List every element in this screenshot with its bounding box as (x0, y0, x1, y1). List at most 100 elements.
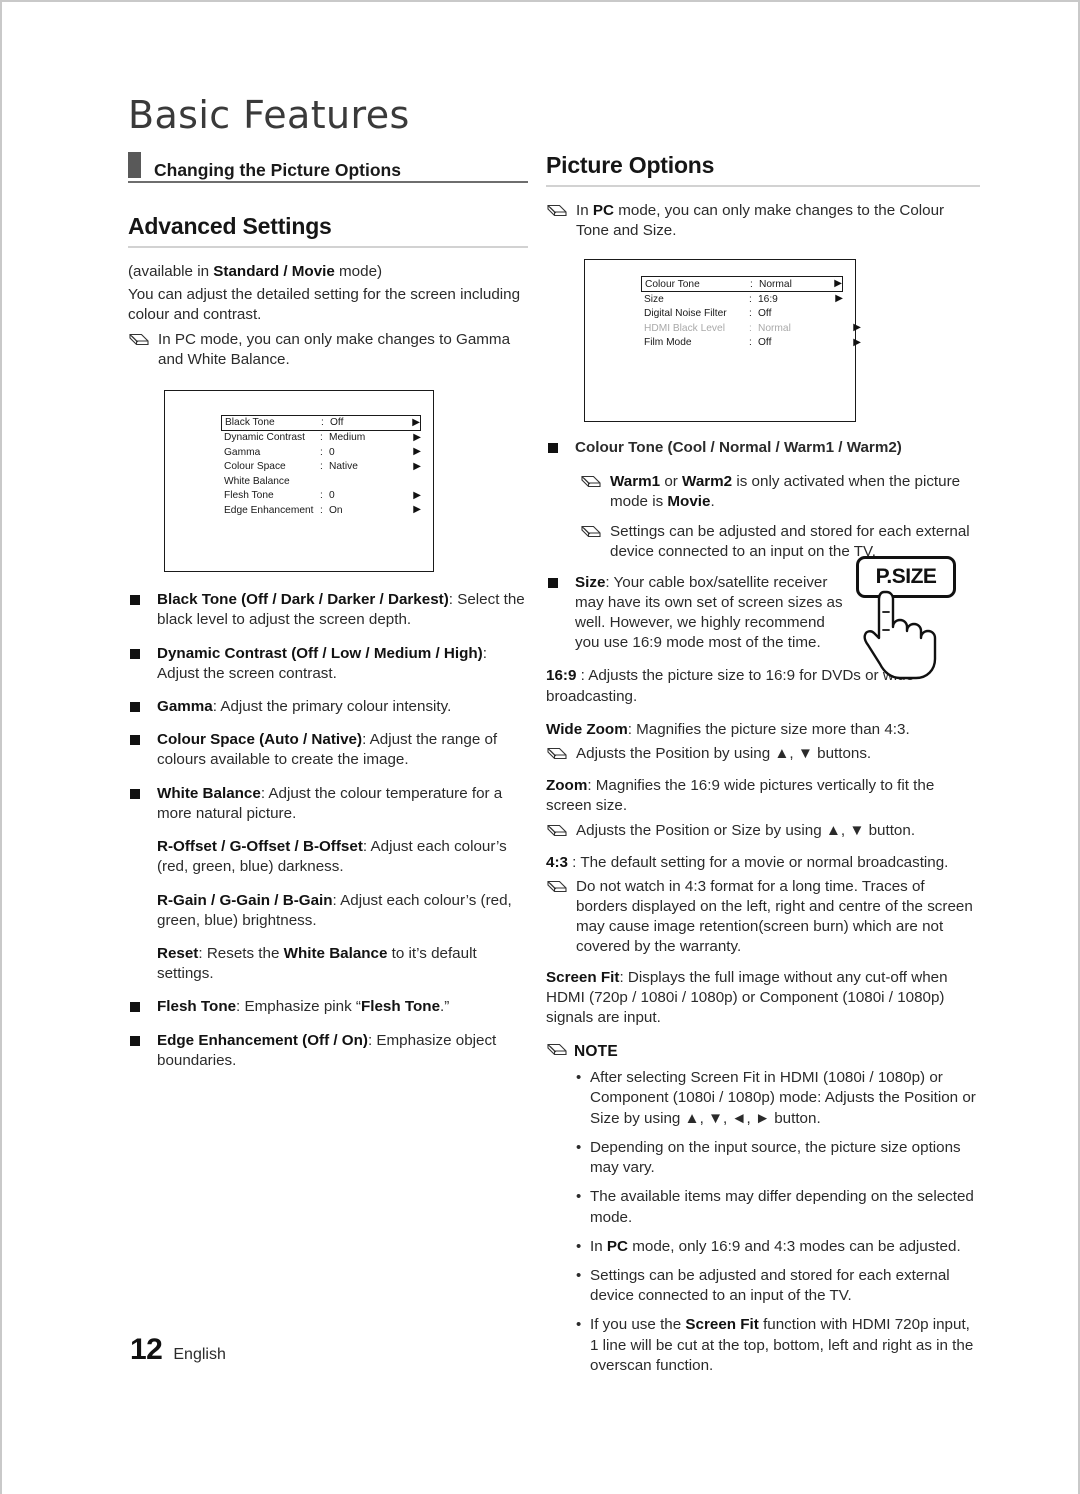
right-column: Picture Options In PC mode, you can only… (546, 152, 980, 1385)
osd-row[interactable]: Gamma : 0 ▶ (221, 445, 421, 460)
heading-rule (546, 185, 980, 187)
note-prefix: In (576, 202, 593, 219)
osd-row[interactable]: Colour Space : Native ▶ (221, 460, 421, 475)
note-text-bold: Screen Fit (685, 1316, 759, 1334)
osd-colon: : (750, 278, 753, 290)
reset-paragraph: Reset: Resets the White Balance to it’s … (157, 944, 528, 984)
note-mid: or (660, 472, 683, 490)
list-item-text: Colour Space (Auto / Native): Adjust the… (157, 730, 528, 770)
osd-row[interactable]: Colour Tone : Normal ▶ (641, 276, 843, 292)
osd-row-value: Off (758, 337, 772, 349)
note-text-bold: PC (606, 1237, 628, 1255)
list-item-desc-2: .” (440, 998, 450, 1016)
list-item-term: Dynamic Contrast (Off / Low / Medium / H… (157, 644, 483, 662)
osd-row-label: Black Tone (225, 417, 275, 429)
osd-row[interactable]: Flesh Tone : 0 ▶ (221, 489, 421, 504)
osd-row-value: Normal (758, 322, 791, 334)
pencil-icon (128, 330, 158, 352)
osd-row-label: Edge Enhancement (224, 504, 314, 516)
right-arrow-icon: ▶ (413, 504, 421, 516)
section-header-label: Changing the Picture Options (154, 159, 401, 180)
note-list-item-text: Settings can be adjusted and stored for … (590, 1266, 980, 1306)
pencil-icon (546, 1042, 574, 1062)
list-item-term: Gamma (157, 697, 213, 715)
note-list-item: • In PC mode, only 16:9 and 4:3 modes ca… (576, 1237, 980, 1257)
list-item-term: Black Tone (Off / Dark / Darker / Darkes… (157, 591, 449, 609)
osd-row[interactable]: Size : 16:9 ▶ (641, 292, 843, 307)
osd-row-value: Off (330, 417, 344, 429)
osd-row-value: Normal (759, 278, 792, 290)
pc-mode-note: In PC mode, you can only make changes to… (128, 330, 528, 370)
mode-term: 4:3 (546, 853, 568, 871)
osd-colon: : (320, 490, 323, 502)
list-item: Black Tone (Off / Dark / Darker / Darkes… (128, 590, 528, 630)
psize-remote-illustration: P.SIZE (842, 556, 962, 686)
square-bullet-icon (548, 443, 558, 454)
osd-row-list: Colour Tone : Normal ▶ Size : 16:9 ▶ Dig… (641, 276, 861, 350)
note-list-item: • If you use the Screen Fit function wit… (576, 1315, 980, 1376)
osd-row[interactable]: Dynamic Contrast : Medium ▶ (221, 431, 421, 446)
osd-colon: : (320, 504, 323, 516)
pc-mode-note: In PC mode, you can only make changes to… (546, 201, 980, 241)
osd-colon: : (749, 322, 752, 334)
list-item: Dynamic Contrast (Off / Low / Medium / H… (128, 644, 528, 684)
wide-zoom-note: Adjusts the Position by using ▲, ▼ butto… (546, 744, 980, 766)
osd-row-label: Dynamic Contrast (224, 432, 305, 444)
note-list-item: • The available items may differ dependi… (576, 1187, 980, 1227)
note-list-item-text: Depending on the input source, the pictu… (590, 1138, 980, 1178)
pointing-hand-icon (863, 590, 937, 680)
osd-colon: : (749, 293, 752, 305)
right-arrow-icon: ▶ (412, 416, 420, 428)
osd-row[interactable]: Digital Noise Filter : Off (641, 306, 843, 321)
osd-row-value: 16:9 (758, 293, 778, 305)
sub-paragraph: R-Gain / G-Gain / B-Gain: Adjust each co… (157, 891, 528, 931)
dot-bullet-icon: • (576, 1316, 582, 1334)
square-bullet-icon (130, 595, 140, 606)
list-item: Colour Space (Auto / Native): Adjust the… (128, 730, 528, 770)
chapter-title: Basic Features (128, 93, 410, 137)
size-desc: : Your cable box/satellite receiver may … (575, 573, 843, 652)
note-list-item-text: The available items may differ depending… (590, 1187, 980, 1227)
availability-modes: Standard / Movie (213, 263, 335, 280)
zoom-note: Adjusts the Position or Size by using ▲,… (546, 821, 980, 843)
osd-row[interactable]: White Balance (221, 474, 421, 489)
osd-row-label: Flesh Tone (224, 490, 274, 502)
left-column: Changing the Picture Options Advanced Se… (128, 152, 528, 1084)
pc-mode-note-text: In PC mode, you can only make changes to… (576, 201, 980, 241)
note-rest: mode, you can only make changes to the C… (576, 202, 945, 240)
list-item: Edge Enhancement (Off / On): Emphasize o… (128, 1031, 528, 1071)
right-arrow-icon: ▶ (413, 460, 421, 472)
list-item: White Balance: Adjust the colour tempera… (128, 784, 528, 824)
osd-colon: : (320, 461, 323, 473)
four-three-note-text: Do not watch in 4:3 format for a long ti… (576, 877, 973, 956)
osd-row-label: HDMI Black Level (644, 322, 725, 334)
osd-row[interactable]: Film Mode : Off ▶ (641, 335, 861, 350)
list-item-term: Flesh Tone (157, 998, 237, 1016)
osd-row-value: Native (329, 461, 358, 473)
page-number: 12 (130, 1333, 163, 1366)
advanced-settings-osd-menu: Black Tone : Off ▶ Dynamic Contrast : Me… (164, 390, 434, 573)
osd-row-label: White Balance (224, 475, 290, 487)
right-arrow-icon: ▶ (834, 278, 842, 290)
pencil-icon (546, 877, 576, 899)
square-bullet-icon (130, 701, 140, 712)
size-mode-zoom: Zoom: Magnifies the 16:9 wide pictures v… (546, 776, 980, 816)
right-arrow-icon: ▶ (413, 431, 421, 443)
dot-bullet-icon: • (576, 1237, 582, 1255)
screen-fit-paragraph: Screen Fit: Displays the full image with… (546, 968, 980, 1029)
size-bullet: Size: Your cable box/satellite receiver … (546, 573, 851, 654)
note-list-item: • Depending on the input source, the pic… (576, 1138, 980, 1178)
note-list-item: • After selecting Screen Fit in HDMI (10… (576, 1068, 980, 1129)
list-item-term: Edge Enhancement (Off / On) (157, 1031, 368, 1049)
availability-note: (available in Standard / Movie mode) (128, 262, 528, 282)
screen-fit-term: Screen Fit (546, 968, 620, 986)
list-item-term: White Balance (157, 784, 261, 802)
osd-row-label: Size (644, 293, 664, 305)
colour-tone-note: Warm1 or Warm2 is only activated when th… (580, 472, 980, 512)
dot-bullet-icon: • (576, 1138, 582, 1156)
osd-colon: : (749, 308, 752, 320)
right-arrow-icon: ▶ (413, 489, 421, 501)
colour-tone-note-text: Warm1 or Warm2 is only activated when th… (610, 472, 980, 512)
osd-row[interactable]: Black Tone : Off ▶ (221, 415, 421, 431)
osd-row[interactable]: Edge Enhancement : On ▶ (221, 503, 421, 518)
